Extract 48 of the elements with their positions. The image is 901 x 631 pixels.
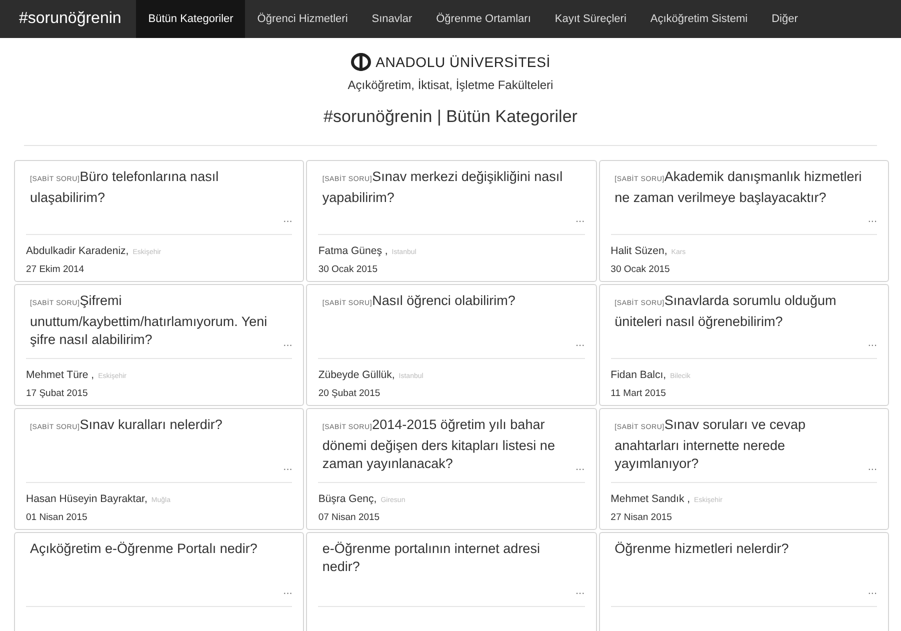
question-date: 27 Nisan 2015 (610, 512, 673, 523)
question-card[interactable]: Öğrenme hizmetleri nelerdir? ... (598, 532, 889, 631)
brand-link[interactable]: #sorunöğrenin (8, 0, 132, 38)
nav-link[interactable]: Öğrenme Ortamları (424, 0, 543, 38)
more-link[interactable]: ... (283, 585, 292, 600)
more-link[interactable]: ... (283, 337, 292, 352)
nav-link[interactable]: Sınavlar (360, 0, 424, 38)
university-name: ANADOLU ÜNİVERSİTESİ (376, 54, 550, 70)
author-name: Mehmet Sandık , (610, 493, 690, 505)
question-date: 20 Şubat 2015 (318, 388, 382, 399)
more-link[interactable]: ... (575, 337, 585, 352)
question-date: 01 Nisan 2015 (26, 512, 88, 523)
question-title: e-Öğrenme portalının internet adresi nedir? (321, 540, 541, 576)
more-link[interactable]: ... (868, 213, 877, 228)
more-link[interactable]: ... (575, 213, 585, 228)
question-card[interactable]: e-Öğrenme portalının internet adresi nedir? ... (306, 532, 597, 631)
author-name: Fatma Güneş , (318, 245, 388, 257)
nav-link[interactable]: Öğrenci Hizmetleri (245, 0, 360, 38)
author-name: Büşra Genç, (318, 493, 377, 505)
question-date: 17 Şubat 2015 (26, 388, 89, 399)
question-title: Öğrenme hizmetleri nelerdir? (614, 540, 790, 558)
logo-icon (350, 53, 371, 71)
question-date: 30 Ocak 2015 (318, 264, 378, 275)
nav-link[interactable]: Diğer (760, 0, 810, 38)
question-card[interactable]: Açıköğretim e-Öğrenme Portalı nedir? ... (14, 532, 304, 631)
question-title: Açıköğretim e-Öğrenme Portalı nedir? (29, 540, 258, 558)
more-link[interactable]: ... (575, 461, 585, 476)
question-date: 11 Mart 2015 (610, 388, 667, 399)
more-link[interactable]: ... (575, 585, 585, 600)
faculty-subtitle: Açıköğretim, İktisat, İşletme Fakülteleri (348, 78, 554, 92)
question-date: 27 Ekim 2014 (26, 264, 86, 275)
more-link[interactable]: ... (283, 461, 292, 476)
author-name: Halit Süzen, (610, 245, 668, 257)
more-link[interactable]: ... (868, 461, 877, 476)
more-link[interactable]: ... (868, 585, 877, 600)
nav-link[interactable]: Kayıt Süreçleri (542, 0, 638, 38)
nav-link[interactable]: Açıköğretim Sistemi (638, 0, 760, 38)
question-date: 30 Ocak 2015 (610, 264, 671, 275)
author-name: Fidan Balcı, (610, 369, 666, 381)
question-date: 07 Nisan 2015 (318, 512, 381, 523)
author-name: Abdulkadir Karadeniz, (26, 245, 129, 257)
author-name: Mehmet Türe , (26, 369, 94, 381)
more-link[interactable]: ... (283, 213, 292, 228)
nav-link[interactable]: Bütün Kategoriler (136, 0, 246, 38)
page-title: #sorunöğrenin | Bütün Kategoriler (324, 107, 578, 127)
author-name: Zübeyde Güllük, (318, 369, 395, 381)
more-link[interactable]: ... (868, 337, 877, 352)
author-name: Hasan Hüseyin Bayraktar, (26, 493, 148, 505)
